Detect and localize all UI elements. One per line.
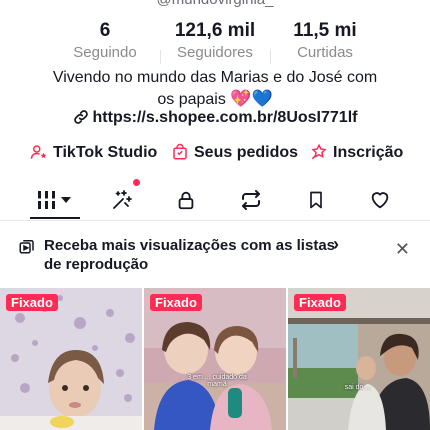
pinned-badge: Fixado: [294, 294, 346, 311]
profile-tabs: [0, 179, 430, 221]
close-icon[interactable]: ✕: [395, 239, 410, 260]
bio-line-2: os papais 💖💙: [20, 88, 410, 110]
orders-button[interactable]: Seus pedidos: [171, 143, 298, 162]
subscription-button[interactable]: Inscrição: [310, 143, 403, 162]
bio-link-text: https://s.shopee.com.br/8UosI771lf: [92, 109, 358, 126]
tab-private[interactable]: [156, 182, 216, 218]
likes-count: 11,5 mi: [293, 20, 357, 41]
video-thumbnail[interactable]: Fixado: [0, 288, 142, 430]
video-caption-overlay: sai do ...: [344, 384, 372, 391]
tab-liked[interactable]: [350, 182, 410, 218]
video-caption-overlay: 3 em ... cuidado da mamã: [187, 374, 247, 388]
hearts-emoji: 💖💙: [230, 89, 273, 108]
video-grid: Fixado 3 em ... cuidado da mamã Fixado s…: [0, 288, 430, 430]
bio: Vivendo no mundo das Marias e do José co…: [20, 67, 410, 110]
video-thumbnail[interactable]: 3 em ... cuidado da mamã Fixado: [144, 288, 286, 430]
chevron-right-icon: ›: [333, 234, 339, 254]
playlist-promo-banner[interactable]: Receba mais visualizações com as listas …: [0, 234, 430, 274]
followers-count: 121,6 mil: [174, 20, 256, 41]
likes-label: Curtidas: [297, 44, 353, 61]
followers-label: Seguidores: [177, 44, 253, 61]
bio-line-1: Vivendo no mundo das Marias e do José co…: [52, 69, 378, 86]
username: @mundovirginia_: [0, 0, 430, 8]
followers-stat[interactable]: 121,6 mil Seguidores: [160, 20, 270, 63]
tiktok-studio-label: TikTok Studio: [53, 144, 158, 161]
playlist-icon: [19, 240, 34, 254]
video-thumbnail[interactable]: sai do ... Fixado: [288, 288, 430, 430]
tiktok-studio-button[interactable]: TikTok Studio: [30, 143, 157, 162]
sparkle-icon: [113, 190, 132, 209]
subscription-icon: [311, 143, 327, 160]
link-icon: [73, 110, 88, 124]
subscription-label: Inscrição: [333, 144, 404, 161]
likes-stat[interactable]: 11,5 mi Curtidas: [270, 20, 380, 63]
repost-icon: [242, 190, 260, 210]
promo-text: Receba mais visualizações com as listas …: [44, 234, 344, 274]
pinned-badge: Fixado: [6, 294, 58, 311]
person-star-icon: [30, 145, 47, 159]
following-count: 6: [99, 20, 111, 41]
profile-actions: TikTok Studio Seus pedidos Inscrição: [0, 143, 430, 165]
bookmark-icon: [310, 191, 322, 209]
shopping-bag-icon: [173, 143, 187, 160]
promo-message: Receba mais visualizações com as listas …: [44, 237, 335, 273]
pinned-badge: Fixado: [150, 294, 202, 311]
profile-stats: 6 Seguindo 121,6 mil Seguidores 11,5 mi …: [0, 20, 430, 64]
following-label: Seguindo: [73, 44, 137, 61]
following-stat[interactable]: 6 Seguindo: [50, 20, 160, 63]
grid-dropdown-icon: [38, 191, 71, 209]
bio-line-2-text: os papais: [157, 91, 226, 108]
tab-videos[interactable]: [25, 182, 85, 219]
bio-link[interactable]: https://s.shopee.com.br/8UosI771lf: [0, 109, 430, 127]
tab-reposts[interactable]: [221, 182, 281, 218]
orders-label: Seus pedidos: [194, 144, 299, 161]
notification-dot: [133, 179, 140, 186]
heart-icon: [371, 192, 389, 209]
tab-favorites[interactable]: [286, 182, 346, 218]
tab-sparkle[interactable]: [92, 179, 152, 218]
active-tab-indicator: [30, 217, 80, 219]
lock-icon: [178, 191, 194, 210]
